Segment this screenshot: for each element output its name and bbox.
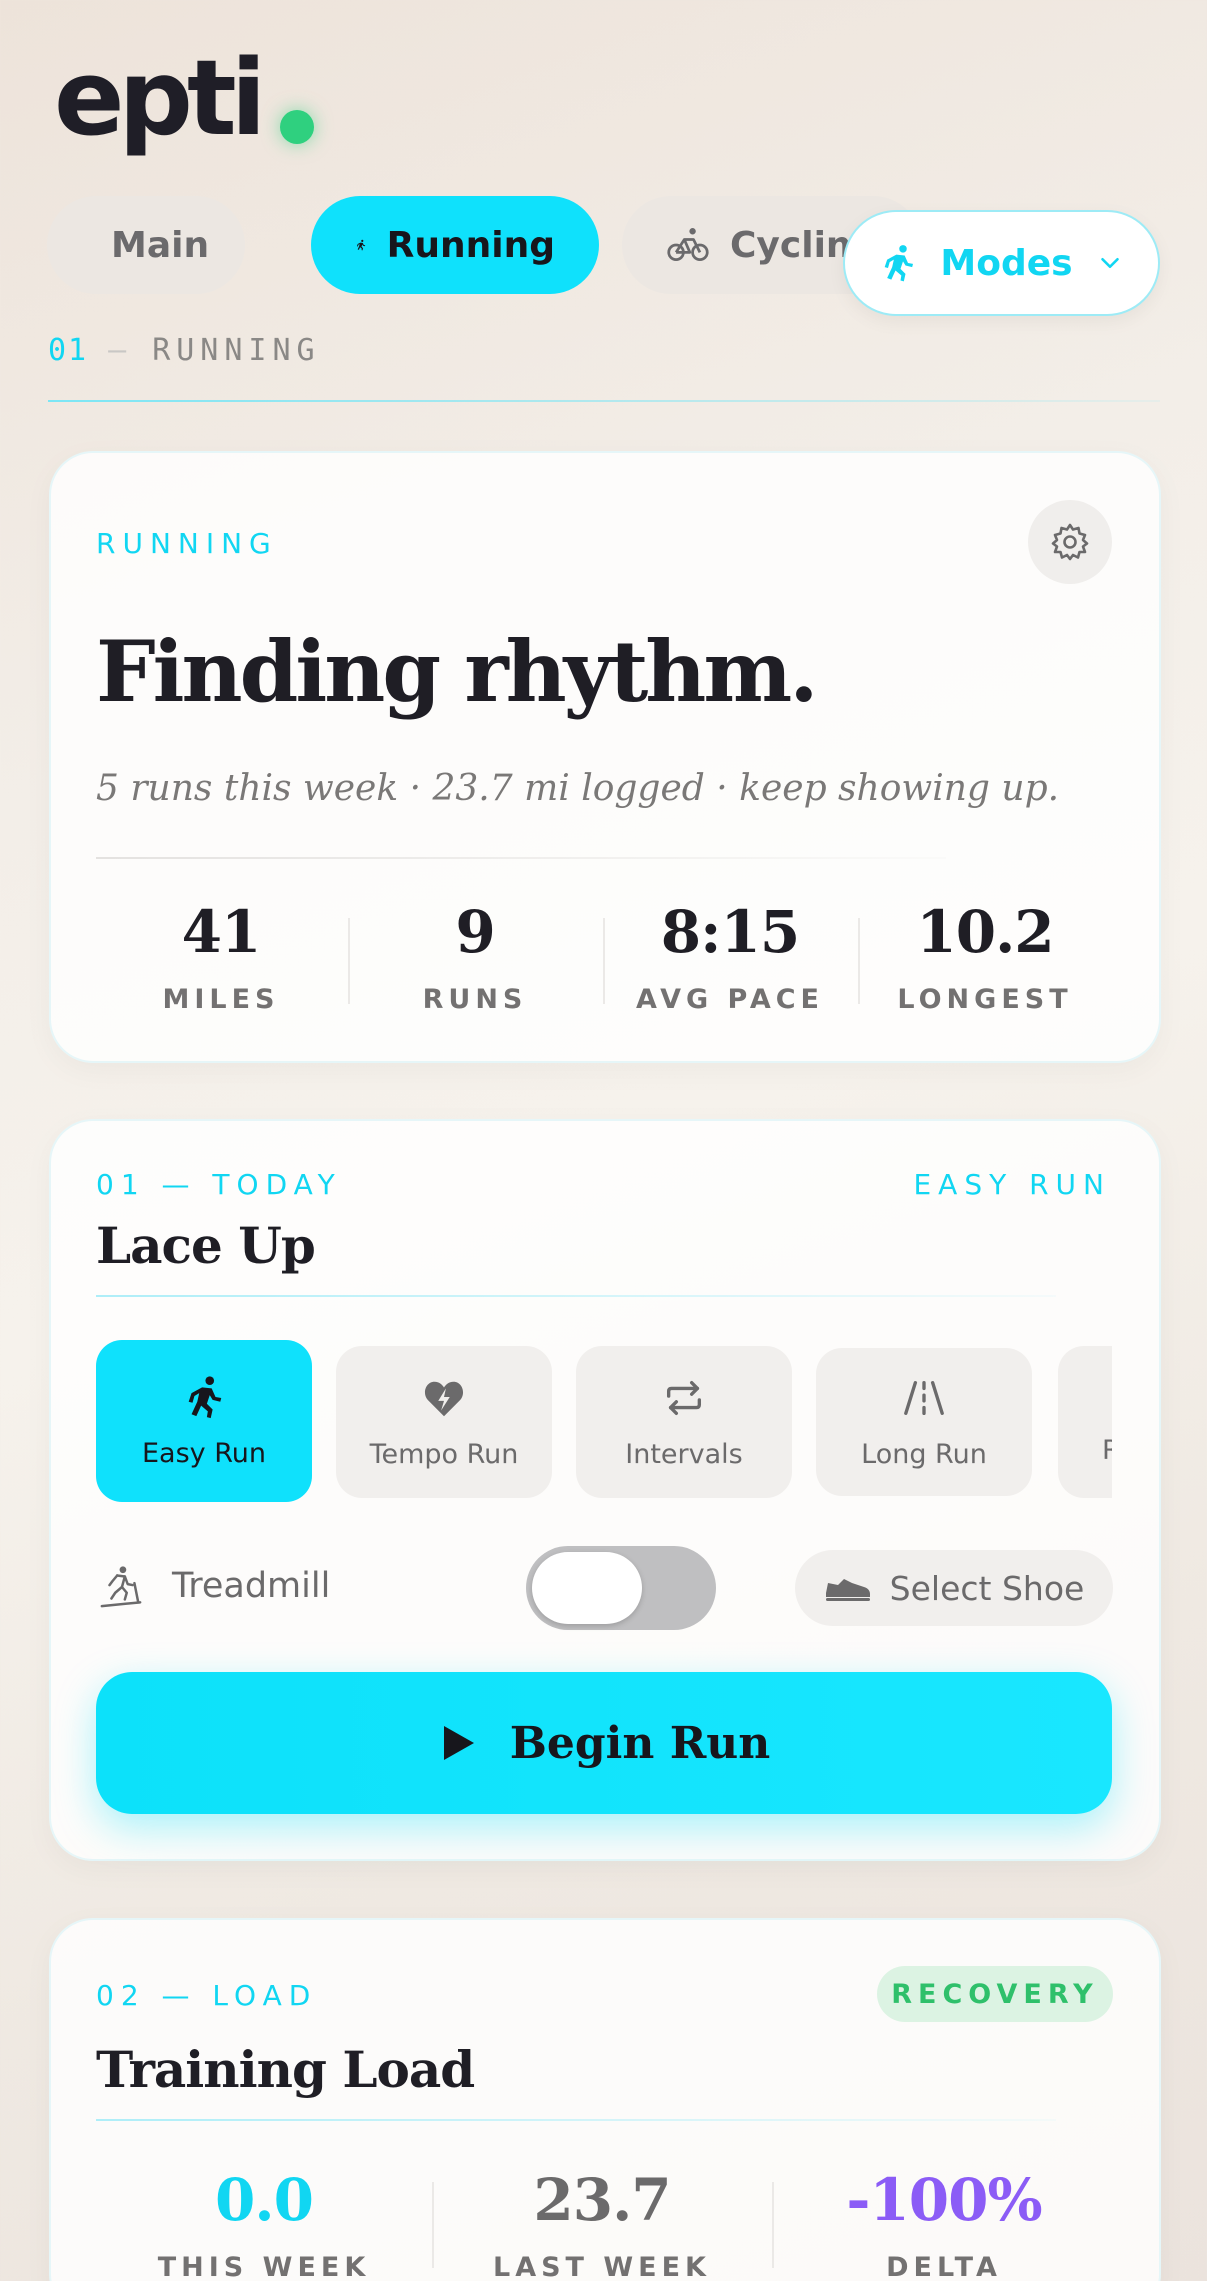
stat-label: RUNS xyxy=(422,984,528,1015)
stat-label: MILES xyxy=(162,984,280,1015)
stat-value: 41 xyxy=(181,898,262,966)
road-icon xyxy=(904,1380,944,1415)
stat-value: 9 xyxy=(455,898,495,966)
shoe-icon xyxy=(825,1579,870,1601)
summary-subtitle: 5 runs this week · 23.7 mi logged · keep… xyxy=(96,768,1060,809)
load-value: -100% xyxy=(846,2166,1042,2234)
run-type-intervals[interactable]: Intervals xyxy=(576,1346,792,1498)
stat-value: 8:15 xyxy=(660,898,800,966)
toggle-knob xyxy=(532,1552,642,1624)
summary-eyebrow: RUNNING xyxy=(96,527,278,560)
load-delta: -100% DELTA xyxy=(774,2166,1114,2281)
treadmill-icon xyxy=(100,1566,142,1608)
stat-avg-pace: 8:15 AVG PACE xyxy=(605,898,855,1015)
select-shoe-button[interactable]: Select Shoe xyxy=(795,1550,1113,1626)
stat-miles: 41 MILES xyxy=(96,898,346,1015)
section-dash: — xyxy=(108,333,133,368)
today-eyebrow: 01 — TODAY xyxy=(96,1168,342,1201)
tab-running[interactable]: Running xyxy=(311,196,599,294)
gear-icon xyxy=(1051,523,1089,561)
summary-divider xyxy=(96,857,946,859)
stat-label: LONGEST xyxy=(897,984,1073,1015)
load-label: LAST WEEK xyxy=(493,2252,711,2281)
shoe-label: Select Shoe xyxy=(889,1568,1085,1608)
heart-bolt-icon xyxy=(424,1381,464,1416)
today-divider xyxy=(96,1295,1056,1297)
section-heading: 01 — RUNNING xyxy=(48,333,321,368)
run-type-long[interactable]: Long Run xyxy=(816,1348,1032,1496)
load-value: 23.7 xyxy=(533,2166,671,2234)
load-last-week: 23.7 LAST WEEK xyxy=(434,2166,770,2281)
summary-title: Finding rhythm. xyxy=(96,622,818,721)
tab-main[interactable]: Main xyxy=(47,196,245,294)
load-this-week: 0.0 THIS WEEK xyxy=(96,2166,432,2281)
load-label: THIS WEEK xyxy=(157,2252,371,2281)
repeat-icon xyxy=(666,1380,702,1415)
load-divider xyxy=(96,2119,1056,2121)
run-type-partial[interactable]: R xyxy=(1058,1346,1112,1498)
runner-icon xyxy=(356,239,366,251)
tab-label: Running xyxy=(386,224,555,266)
load-title: Training Load xyxy=(96,2040,475,2099)
run-type-label: Long Run xyxy=(861,1438,987,1470)
stat-label: AVG PACE xyxy=(636,984,824,1015)
run-type-easy[interactable]: Easy Run xyxy=(96,1340,312,1502)
run-type-label: Intervals xyxy=(625,1438,743,1470)
modes-button[interactable]: Modes xyxy=(843,210,1160,316)
section-title: RUNNING xyxy=(152,333,321,368)
load-value: 0.0 xyxy=(215,2166,314,2234)
treadmill-label: Treadmill xyxy=(172,1566,331,1606)
chevron-down-icon xyxy=(1100,257,1119,269)
stat-runs: 9 RUNS xyxy=(350,898,600,1015)
begin-label: Begin Run xyxy=(509,1717,771,1769)
recovery-badge: RECOVERY xyxy=(877,1966,1113,2022)
stat-longest: 10.2 LONGEST xyxy=(860,898,1110,1015)
bicycle-icon xyxy=(667,228,709,262)
section-number: 01 xyxy=(48,333,89,368)
settings-button[interactable] xyxy=(1028,500,1112,584)
today-tag: EASY RUN xyxy=(913,1168,1111,1201)
play-icon xyxy=(443,1726,474,1760)
begin-run-button[interactable]: Begin Run xyxy=(96,1672,1112,1814)
tab-label: Main xyxy=(111,224,210,266)
status-dot xyxy=(280,110,314,144)
run-type-label: R xyxy=(1102,1435,1112,1466)
modes-label: Modes xyxy=(940,242,1073,284)
treadmill-toggle[interactable] xyxy=(526,1546,716,1630)
app-logo: epti xyxy=(54,37,266,159)
stat-value: 10.2 xyxy=(916,898,1054,966)
runner-icon xyxy=(885,245,914,282)
load-eyebrow: 02 — LOAD xyxy=(96,1979,318,2012)
runner-icon xyxy=(188,1375,222,1418)
run-type-label: Tempo Run xyxy=(369,1438,519,1470)
section-divider xyxy=(48,400,1160,402)
load-label: DELTA xyxy=(886,2252,1002,2281)
today-title: Lace Up xyxy=(96,1216,316,1275)
run-type-tempo[interactable]: Tempo Run xyxy=(336,1346,552,1498)
run-type-label: Easy Run xyxy=(141,1437,266,1469)
